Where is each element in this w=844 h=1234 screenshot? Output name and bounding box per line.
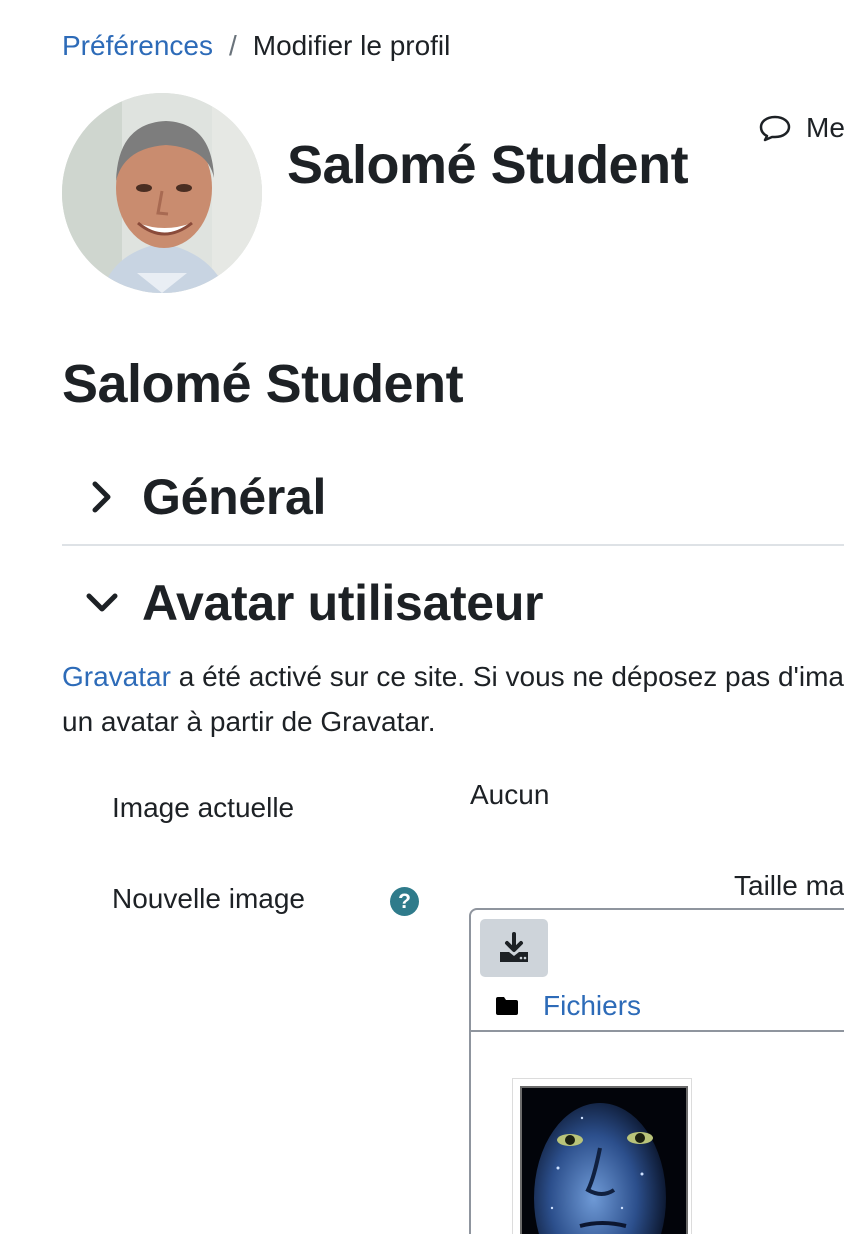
breadcrumb-preferences-link[interactable]: Préférences bbox=[62, 30, 213, 61]
folder-files-link[interactable]: Fichiers bbox=[543, 990, 641, 1022]
max-file-size-note: Taille maximale des nouveaux fichiers : … bbox=[734, 870, 844, 901]
avatar-photo bbox=[62, 93, 262, 293]
avatar bbox=[62, 93, 262, 293]
download-all-button[interactable] bbox=[480, 919, 548, 977]
breadcrumb: Préférences / Modifier le profil bbox=[62, 30, 450, 62]
gravatar-notice-text: a été activé sur ce site. Si vous ne dép… bbox=[178, 661, 844, 692]
chevron-down-icon bbox=[62, 578, 142, 628]
download-icon bbox=[500, 932, 528, 962]
profile-name: Salomé Student bbox=[287, 135, 689, 196]
folder-icon bbox=[496, 997, 518, 1015]
new-image-label: Nouvelle image bbox=[112, 883, 305, 914]
section-general-title: Général bbox=[142, 469, 327, 525]
speech-bubble-icon bbox=[759, 115, 791, 142]
file-manager: Fichiers bbox=[469, 908, 844, 1234]
current-image-value: Aucun bbox=[470, 779, 550, 810]
section-avatar-title: Avatar utilisateur bbox=[142, 575, 544, 631]
breadcrumb-separator: / bbox=[228, 30, 237, 61]
breadcrumb-current: Modifier le profil bbox=[252, 30, 451, 61]
page: Préférences / Modifier le profil Salomé St… bbox=[0, 0, 844, 1234]
file-manager-divider bbox=[471, 1030, 844, 1032]
gravatar-notice-line-1: Gravatar a été activé sur ce site. Si vo… bbox=[62, 654, 844, 699]
gravatar-notice-line-2: un avatar à partir de Gravatar. bbox=[62, 706, 436, 737]
section-avatar-toggle[interactable]: Avatar utilisateur bbox=[62, 574, 544, 632]
file-thumbnail-image bbox=[520, 1086, 688, 1234]
current-image-label: Image actuelle bbox=[112, 792, 295, 823]
message-button[interactable]: Message bbox=[758, 112, 844, 144]
file-manager-path: Fichiers bbox=[495, 990, 641, 1022]
question-circle-icon[interactable]: ? bbox=[390, 887, 419, 916]
page-heading: Salomé Student bbox=[62, 353, 464, 414]
gravatar-link[interactable]: Gravatar bbox=[62, 661, 171, 692]
chevron-right-icon bbox=[62, 472, 142, 522]
section-divider bbox=[62, 544, 844, 546]
message-label: Message bbox=[806, 112, 844, 143]
gravatar-notice: Gravatar a été activé sur ce site. Si vo… bbox=[62, 654, 844, 744]
section-general-toggle[interactable]: Général bbox=[62, 468, 326, 526]
file-thumbnail[interactable] bbox=[512, 1078, 692, 1234]
